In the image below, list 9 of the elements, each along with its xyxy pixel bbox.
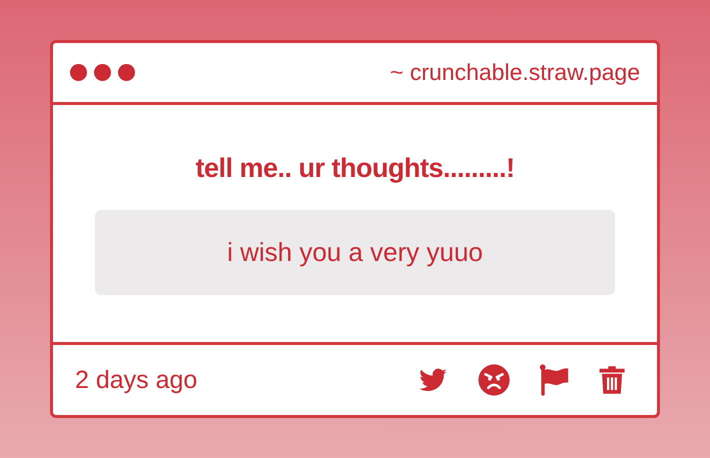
- window-dot-icon: [94, 64, 111, 81]
- window-dot-icon: [70, 64, 87, 81]
- flag-icon[interactable]: [537, 363, 571, 397]
- question-title: tell me.. ur thoughts.........!: [195, 153, 514, 184]
- timestamp: 2 days ago: [75, 366, 198, 394]
- window-dot-icon: [118, 64, 135, 81]
- site-address: ~ crunchable.straw.page: [390, 59, 640, 86]
- answer-box: i wish you a very yuuo: [95, 210, 615, 295]
- angry-face-icon[interactable]: [477, 363, 511, 397]
